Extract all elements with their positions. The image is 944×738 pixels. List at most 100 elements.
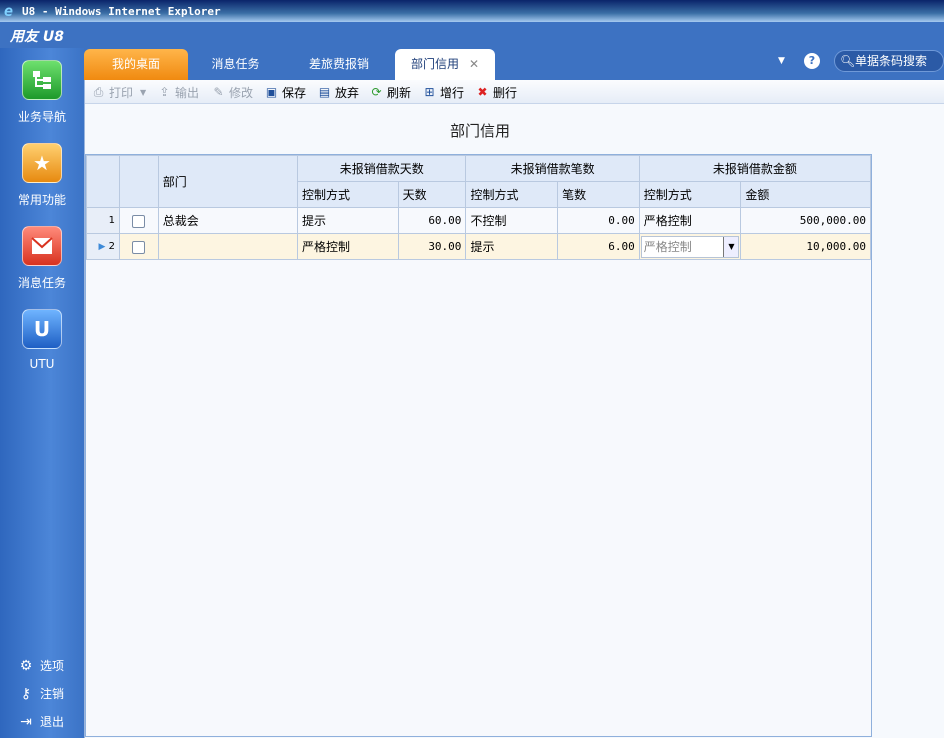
delete-row-button[interactable]: ✖ 删行 [475,83,517,101]
options-button[interactable]: ⚙ 选项 [18,657,64,674]
header-row-1: 部门 未报销借款天数 未报销借款笔数 未报销借款金额 [86,155,872,208]
amount-mode-cell: 严格控制 ▼ [638,233,742,260]
mail-icon [22,226,62,266]
current-row-pointer-icon: ▶ [98,242,106,252]
row-number: 1 [86,207,120,234]
tab-label: 消息任务 [211,57,260,71]
amount-header[interactable]: 金额 [740,181,871,208]
days-mode-cell[interactable]: 提示 [297,207,399,234]
amount-cell[interactable]: 10,000.00 [740,233,871,260]
dept-cell[interactable] [157,233,299,260]
search-placeholder: 单据条码搜索 [855,54,928,68]
table-row[interactable]: 1 总裁会 提示 60.00 不控制 0.00 严格控制 500,000.00 [86,207,871,234]
tab-dropdown-icon[interactable]: ▼ [778,56,785,66]
barcode-search-input[interactable]: 🔍︎ 单据条码搜索 [834,50,944,72]
discard-label: 放弃 [335,85,360,100]
days-cell[interactable]: 30.00 [397,233,467,260]
tab-label: 部门信用 [410,57,459,71]
tab-message-tasks[interactable]: 消息任务 [188,49,283,80]
utu-icon: U [22,309,62,349]
count-cell[interactable]: 0.00 [557,207,640,234]
left-nav: 业务导航 ★ 常用功能 消息任务 U UTU ⚙ 选项 ⚷ 注销 ⇥ 退出 [0,48,84,738]
select-header [118,155,159,208]
days-group-header: 未报销借款天数 [297,155,467,182]
export-icon: ⇪ [159,85,170,99]
output-button[interactable]: ⇪ 输出 [157,83,199,101]
amount-mode-cell[interactable]: 严格控制 [638,207,742,234]
table-row[interactable]: ▶ 2 严格控制 30.00 提示 6.00 严格控制 ▼ 10,000.00 [86,233,871,260]
row-number-cell: ▶ 2 [86,233,120,260]
dept-cell[interactable]: 总裁会 [157,207,299,234]
discard-button[interactable]: ▤ 放弃 [317,83,359,101]
refresh-label: 刷新 [387,85,412,100]
tab-label: 我的桌面 [111,57,160,71]
refresh-button[interactable]: ⟳ 刷新 [369,83,411,101]
key-icon: ⚷ [20,685,32,702]
dept-header[interactable]: 部门 [157,155,299,208]
row-number: 2 [108,241,115,252]
count-mode-cell[interactable]: 不控制 [465,207,559,234]
count-cell[interactable]: 6.00 [557,233,640,260]
days-mode-cell[interactable]: 严格控制 [297,233,399,260]
amount-mode-select[interactable]: 严格控制 ▼ [640,235,740,258]
add-row-label: 增行 [440,85,465,100]
discard-icon: ▤ [318,85,331,99]
credit-grid: 部门 未报销借款天数 未报销借款笔数 未报销借款金额 控制方式 天数 控制方式 … [85,154,872,737]
amount-mode-value: 严格控制 [643,239,692,254]
chevron-down-icon[interactable]: ▼ [140,88,146,97]
ie-logo-icon: e [4,2,14,20]
page-title: 部门信用 [449,122,510,140]
days-header[interactable]: 天数 [397,181,467,208]
days-cell[interactable]: 60.00 [397,207,467,234]
close-tab-icon[interactable]: ✕ [469,57,479,71]
tab-bar: 我的桌面 消息任务 差旅费报销 部门信用 ✕ ▼ ? 🔍︎ 单据条码搜索 [84,48,944,80]
count-group-header: 未报销借款笔数 [465,155,640,182]
row-checkbox[interactable] [132,240,146,254]
edit-label: 修改 [229,85,254,100]
pencil-icon: ✎ [213,85,224,99]
printer-icon: ⎙ [93,84,104,99]
search-icon: 🔍︎ [840,54,856,68]
app-brand-logo: 用友 U8 [10,29,64,45]
amount-cell[interactable]: 500,000.00 [740,207,871,234]
edit-button[interactable]: ✎ 修改 [211,83,253,101]
tab-dept-credit[interactable]: 部门信用 ✕ [395,49,495,80]
nav-item-message-tasks[interactable]: 消息任务 [0,226,84,291]
count-mode-header[interactable]: 控制方式 [465,181,559,208]
help-icon[interactable]: ? [804,53,820,69]
nav-label: 消息任务 [17,276,66,290]
nav-item-business-navigation[interactable]: 业务导航 [0,60,84,125]
exit-label: 退出 [40,715,65,729]
amount-mode-header[interactable]: 控制方式 [638,181,742,208]
count-header[interactable]: 笔数 [557,181,640,208]
save-button[interactable]: ▣ 保存 [264,83,306,101]
window-title-bar: e U8 - Windows Internet Explorer [0,0,944,22]
count-mode-cell[interactable]: 提示 [465,233,559,260]
print-button[interactable]: ⎙ 打印 ▼ [91,83,146,101]
floppy-disk-icon: ▣ [265,85,278,99]
output-label: 输出 [175,85,200,100]
tab-label: 差旅费报销 [308,57,369,71]
tab-travel-expense[interactable]: 差旅费报销 [283,49,395,80]
delete-row-icon: ✖ [477,85,488,99]
amount-group-header: 未报销借款金额 [638,155,872,182]
nav-label: 业务导航 [17,110,66,124]
toolbar: ⎙ 打印 ▼ ⇪ 输出 ✎ 修改 ▣ 保存 ▤ 放弃 ⟳ 刷新 ⊞ 增行 ✖ 删行 [85,80,944,104]
exit-button[interactable]: ⇥ 退出 [18,713,64,730]
folder-tree-icon [22,60,62,100]
delete-row-label: 删行 [493,85,518,100]
tab-my-desktop[interactable]: 我的桌面 [84,49,188,80]
days-mode-header[interactable]: 控制方式 [297,181,399,208]
row-number-header [86,155,120,208]
logout-button[interactable]: ⚷ 注销 [18,685,64,702]
row-checkbox[interactable] [132,214,146,228]
content-area: ⎙ 打印 ▼ ⇪ 输出 ✎ 修改 ▣ 保存 ▤ 放弃 ⟳ 刷新 ⊞ 增行 ✖ 删行 部门信用 [84,80,944,738]
logout-label: 注销 [40,687,65,701]
star-folder-icon: ★ [22,143,62,183]
add-row-button[interactable]: ⊞ 增行 [422,83,464,101]
chevron-down-icon[interactable]: ▼ [723,236,739,257]
save-label: 保存 [282,85,307,100]
nav-item-utu[interactable]: U UTU [0,309,84,371]
nav-item-common-functions[interactable]: ★ 常用功能 [0,143,84,208]
nav-label: UTU [29,357,55,371]
